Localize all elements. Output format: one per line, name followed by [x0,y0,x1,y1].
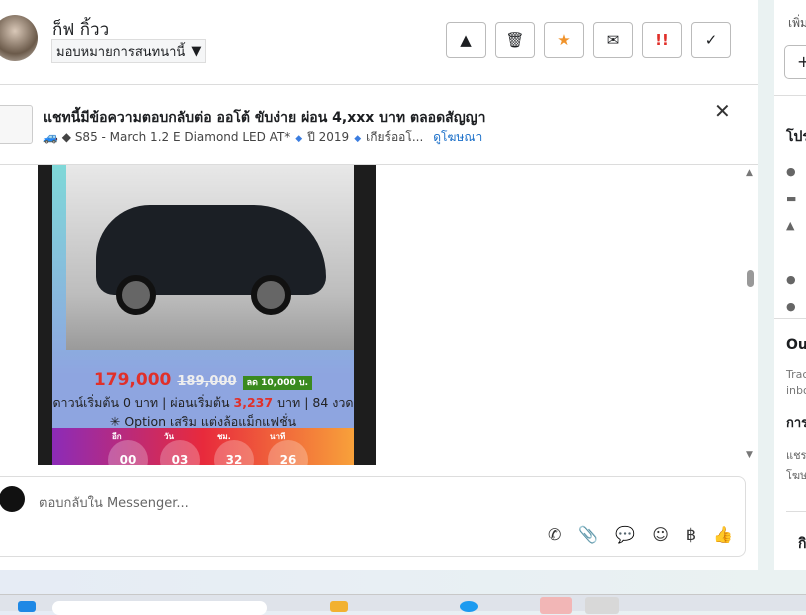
warning-icon: ▲ [460,31,472,49]
conversation-panel: ก็ฟ กิ้วว มอบหมายการสนทนานี้ ▼ ▲ 🗑 ★ ✉ !!… [0,0,758,570]
ad-thumbnail [0,105,33,144]
ad-gear: เกียร์ออโ... [366,130,424,144]
outcome-heading: Ou [786,337,806,353]
add-button[interactable]: + [784,45,806,79]
trash-icon: 🗑 [505,31,525,49]
timer-value: 32 [214,440,254,465]
call-icon[interactable]: ✆ [548,525,561,544]
countdown: อีก วัน ชม. นาที 00 03 32 26 [52,428,354,465]
urgent-icon: !! [655,31,669,49]
price: 179,000 [93,370,172,390]
footer-label: กิ [798,536,806,552]
page-avatar [0,486,25,512]
message-thread: 179,000 189,000 ลด 10,000 บ. ดาวน์เริ่มต้น… [0,165,758,465]
saved-reply-icon[interactable]: 💬 [615,525,635,544]
view-ad-link[interactable]: ดูโฆษณา [433,130,482,144]
scroll-down-icon[interactable]: ▼ [746,450,753,460]
profile-heading: โปร [786,129,806,145]
ad-model: S85 - March 1.2 E Diamond LED AT* [74,130,291,144]
down-text: ดาวน์เริ่มต้น 0 บาท | ผ่อนเริ่มต้น [52,395,230,410]
assign-label: มอบหมายการสนทนานี้ [56,44,186,60]
conversation-header: ก็ฟ กิ้วว มอบหมายการสนทนานี้ ▼ ▲ 🗑 ★ ✉ !!… [0,0,758,85]
edge-icon[interactable] [460,601,478,612]
star-icon: ★ [557,31,571,49]
delete-button[interactable]: 🗑 [495,22,535,58]
attachment-icon[interactable]: 📎 [578,525,598,544]
car-photo [66,165,354,350]
ad-title: แชทนี้มีข้อความตอบกลับต่อ ออโต้ ขับง่าย … [43,110,486,126]
emoji-icon[interactable]: ☺ [652,525,669,544]
scroll-up-icon[interactable]: ▲ [746,168,753,178]
reply-input[interactable]: ตอบกลับใน Messenger... [39,492,189,513]
inbox-text: inbo [786,384,806,397]
reply-composer[interactable]: ตอบกลับใน Messenger... ✆ 📎 💬 ☺ ฿ 👍 [0,476,746,557]
star-button[interactable]: ★ [544,22,584,58]
browser-icon[interactable] [585,597,619,614]
scrollbar[interactable]: ▲ ▼ [744,165,756,465]
assign-dropdown[interactable]: มอบหมายการสนทนานี้ ▼ [51,39,207,63]
mail-icon: ✉ [606,31,620,49]
timer-value: 26 [268,440,308,465]
caret-down-icon: ▼ [191,43,202,59]
down-tail: บาท | 84 งวด [277,395,354,410]
close-icon[interactable]: ✕ [714,99,731,123]
installment: 3,237 [233,395,274,410]
track-text: Trac [786,368,806,381]
line-app-icon[interactable] [540,597,572,614]
timer-value: 00 [108,440,148,465]
details-panel: เพิ่ม + โปร ●▬▲●● Ou Trac inbo การ แชร โ… [774,0,806,570]
scrollbar-thumb[interactable] [747,270,754,287]
ad-year: ปี 2019 [307,130,350,144]
mark-unread-button[interactable]: ✉ [593,22,633,58]
taskbar [0,594,806,615]
follow-up-button[interactable]: !! [642,22,682,58]
avatar[interactable] [0,15,38,61]
folder-icon[interactable] [330,601,348,612]
timer-value: 03 [160,440,200,465]
section-heading: การ [786,416,806,431]
old-price: 189,000 [177,374,237,389]
ad-context-bar: แชทนี้มีข้อความตอบกลับต่อ ออโต้ ขับง่าย … [0,85,758,165]
payment-icon[interactable]: ฿ [686,525,696,544]
profile-icons: ● ▬ ▲ ● ● [786,165,797,313]
ad-image-message[interactable]: 179,000 189,000 ลด 10,000 บ. ดาวน์เริ่มต้น… [38,165,376,465]
taskbar-search[interactable] [52,601,267,615]
discount-badge: ลด 10,000 บ. [242,376,313,390]
done-button[interactable]: ✓ [691,22,731,58]
start-icon[interactable] [18,601,36,612]
ads-text: โฆษ [786,469,806,482]
add-label: เพิ่ม [788,16,806,30]
ad-meta: 🚙 ◆ S85 - March 1.2 E Diamond LED AT* ◆ ปี… [43,130,483,144]
share-text: แชร [786,449,806,462]
check-icon: ✓ [704,31,718,49]
car-icon: 🚙 ◆ [43,130,71,144]
spam-button[interactable]: ▲ [446,22,486,58]
like-icon[interactable]: 👍 [713,525,733,544]
